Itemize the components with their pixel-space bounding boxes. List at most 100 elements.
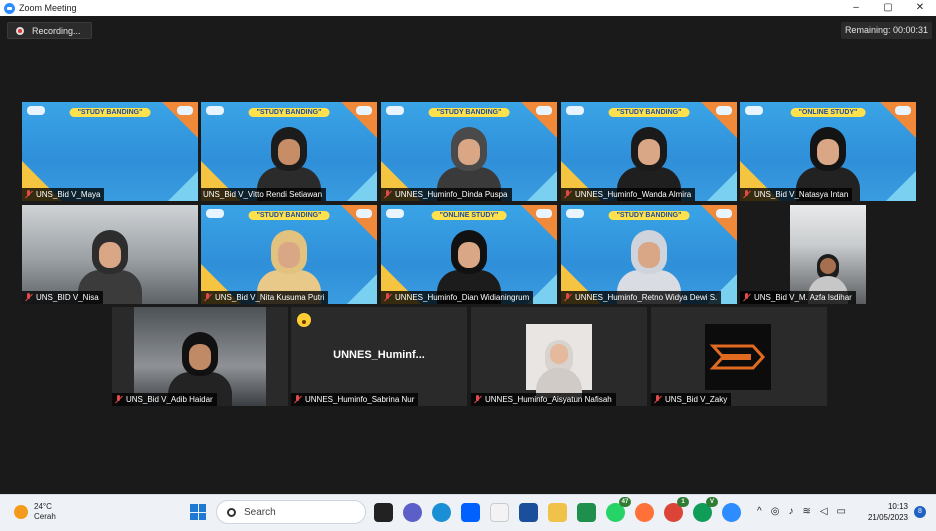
chrome-icon[interactable]: 1 — [664, 497, 689, 522]
participant-tile[interactable]: "STUDY BANDING" UNS_Bid V_Nita Kusuma Pu… — [201, 205, 377, 304]
participant-name: UNNES_Huminfo_Dinda Puspa — [381, 188, 512, 201]
muted-mic-icon — [114, 395, 123, 404]
participant-tile[interactable]: "ONLINE STUDY" UNS_Bid V_Natasya Intan — [740, 102, 916, 201]
maximize-button[interactable]: ▢ — [872, 0, 904, 16]
window-title: Zoom Meeting — [19, 3, 77, 13]
banner-text: "ONLINE STUDY" — [431, 211, 507, 220]
edge-icon[interactable] — [432, 503, 451, 522]
teams-chat-icon[interactable] — [403, 503, 422, 522]
meeting-gallery: Recording... Remaining: 00:00:31 "STUDY … — [0, 16, 936, 494]
recording-icon — [16, 26, 24, 35]
store-icon[interactable] — [519, 503, 538, 522]
participant-tile-active-speaker[interactable]: "STUDY BANDING" UNS_Bid V_Vitto Rendi Se… — [201, 102, 377, 201]
weather-temp: 24°C — [34, 502, 52, 511]
window-controls: – ▢ ✕ — [840, 0, 936, 16]
participant-tile[interactable]: UNNES_Huminfo_Aisyatun Nafisah — [471, 307, 647, 406]
participant-name: UNS_Bid V_Nita Kusuma Putri — [201, 291, 329, 304]
participant-tile[interactable]: UNS_Bid V_Adib Haidar — [112, 307, 288, 406]
file-explorer-icon[interactable] — [548, 503, 567, 522]
participant-tile[interactable]: "ONLINE STUDY" UNNES_Huminfo_Dian Widian… — [381, 205, 557, 304]
remaining-time: Remaining: 00:00:31 — [840, 22, 932, 39]
zoom-app-icon — [4, 2, 15, 14]
pinned-apps: 47 1 V — [374, 497, 741, 522]
participant-tile[interactable]: UNNES_Huminf... UNNES_Huminfo_Sabrina Nu… — [291, 307, 467, 406]
banner-text: "STUDY BANDING" — [608, 108, 690, 117]
clock-time: 10:13 — [887, 502, 908, 511]
whatsapp-icon[interactable]: 47 — [606, 497, 631, 522]
banner-text: "STUDY BANDING" — [248, 108, 330, 117]
participant-name: UNNES_Huminfo_Dian Widianingrum — [381, 291, 534, 304]
participant-name: UNS_BID V_Nisa — [22, 291, 103, 304]
muted-mic-icon — [473, 395, 482, 404]
participant-display-name: UNNES_Huminf... — [333, 349, 425, 361]
participant-tile[interactable]: UNS_Bid V_Zaky — [651, 307, 827, 406]
task-view-icon[interactable] — [374, 503, 393, 522]
firefox-icon[interactable] — [635, 503, 654, 522]
amazon-icon[interactable] — [490, 503, 509, 522]
search-icon — [227, 507, 236, 517]
surprised-reaction-icon — [297, 313, 311, 327]
muted-mic-icon — [742, 190, 751, 199]
recording-indicator[interactable]: Recording... — [7, 22, 92, 39]
search-placeholder: Search — [244, 506, 276, 518]
sun-icon — [14, 505, 28, 519]
participant-tile[interactable]: "STUDY BANDING" UNS_Bid V_Maya — [22, 102, 198, 201]
participant-name: UNNES_Huminfo_Sabrina Nur — [291, 393, 419, 406]
muted-mic-icon — [203, 293, 212, 302]
participant-name: UNS_Bid V_Adib Haidar — [112, 393, 217, 406]
participant-video — [22, 205, 198, 304]
muted-mic-icon — [24, 293, 33, 302]
participant-video — [134, 307, 266, 406]
participant-tile[interactable]: "STUDY BANDING" UNNES_Huminfo_Dinda Pusp… — [381, 102, 557, 201]
notification-badge[interactable]: 8 — [914, 506, 926, 518]
windows-taskbar: 24°C Cerah Search 47 1 V ^ ◎ ♪ ≋ ◁ ▭ 10:… — [0, 494, 936, 531]
muted-mic-icon — [24, 190, 33, 199]
chrome-badge: 1 — [677, 497, 689, 507]
participant-tile[interactable]: "STUDY BANDING" UNNES_Huminfo_Retno Widy… — [561, 205, 737, 304]
participant-name: UNS_Bid V_M. Azfa Isdihar — [740, 291, 856, 304]
whatsapp-badge: 47 — [619, 497, 631, 507]
participant-name: UNNES_Huminfo_Wanda Almira — [561, 188, 696, 201]
participant-name: UNNES_Huminfo_Aisyatun Nafisah — [471, 393, 616, 406]
weather-widget[interactable]: 24°C Cerah — [14, 502, 56, 522]
muted-mic-icon — [383, 190, 392, 199]
taskbar-search[interactable]: Search — [216, 500, 366, 524]
wifi-icon[interactable]: ≋ — [802, 506, 810, 517]
participant-tile[interactable]: "STUDY BANDING" UNNES_Huminfo_Wanda Almi… — [561, 102, 737, 201]
volume-icon[interactable]: ◁ — [820, 506, 828, 517]
battery-icon[interactable]: ▭ — [837, 506, 846, 517]
participant-name: UNS_Bid V_Natasya Intan — [740, 188, 853, 201]
clock-date: 21/05/2023 — [867, 513, 908, 522]
muted-mic-icon — [293, 395, 302, 404]
banner-text: "STUDY BANDING" — [248, 211, 330, 220]
profile-logo — [705, 324, 771, 390]
chrome-profile-icon[interactable]: V — [693, 497, 718, 522]
excel-icon[interactable] — [577, 503, 596, 522]
participant-tile[interactable]: UNS_BID V_Nisa — [22, 205, 198, 304]
banner-text: "ONLINE STUDY" — [790, 108, 866, 117]
start-button[interactable] — [190, 504, 206, 520]
network-icon[interactable]: ◎ — [771, 506, 780, 517]
minimize-button[interactable]: – — [840, 0, 872, 16]
title-bar: Zoom Meeting – ▢ ✕ — [0, 0, 936, 16]
participant-tile[interactable]: UNS_Bid V_M. Azfa Isdihar — [740, 205, 916, 304]
microphone-icon[interactable]: ♪ — [788, 506, 793, 517]
muted-mic-icon — [563, 293, 572, 302]
muted-mic-icon — [563, 190, 572, 199]
system-tray: ^ ◎ ♪ ≋ ◁ ▭ — [757, 506, 846, 517]
muted-mic-icon — [383, 293, 392, 302]
participant-name: UNNES_Huminfo_Retno Widya Dewi S. — [561, 291, 722, 304]
chevron-up-icon[interactable]: ^ — [757, 506, 762, 517]
participant-video — [790, 205, 866, 304]
profile-photo — [526, 324, 592, 398]
weather-desc: Cerah — [34, 512, 56, 521]
participant-name: UNS_Bid V_Zaky — [651, 393, 732, 406]
virtual-background: "STUDY BANDING" — [22, 102, 198, 201]
muted-mic-icon — [653, 395, 662, 404]
taskbar-clock[interactable]: 10:13 21/05/2023 — [868, 501, 908, 523]
close-button[interactable]: ✕ — [904, 0, 936, 16]
dropbox-icon[interactable] — [461, 503, 480, 522]
zoom-icon[interactable] — [722, 503, 741, 522]
banner-text: "STUDY BANDING" — [69, 108, 151, 117]
chrome-profile-badge: V — [706, 497, 718, 507]
